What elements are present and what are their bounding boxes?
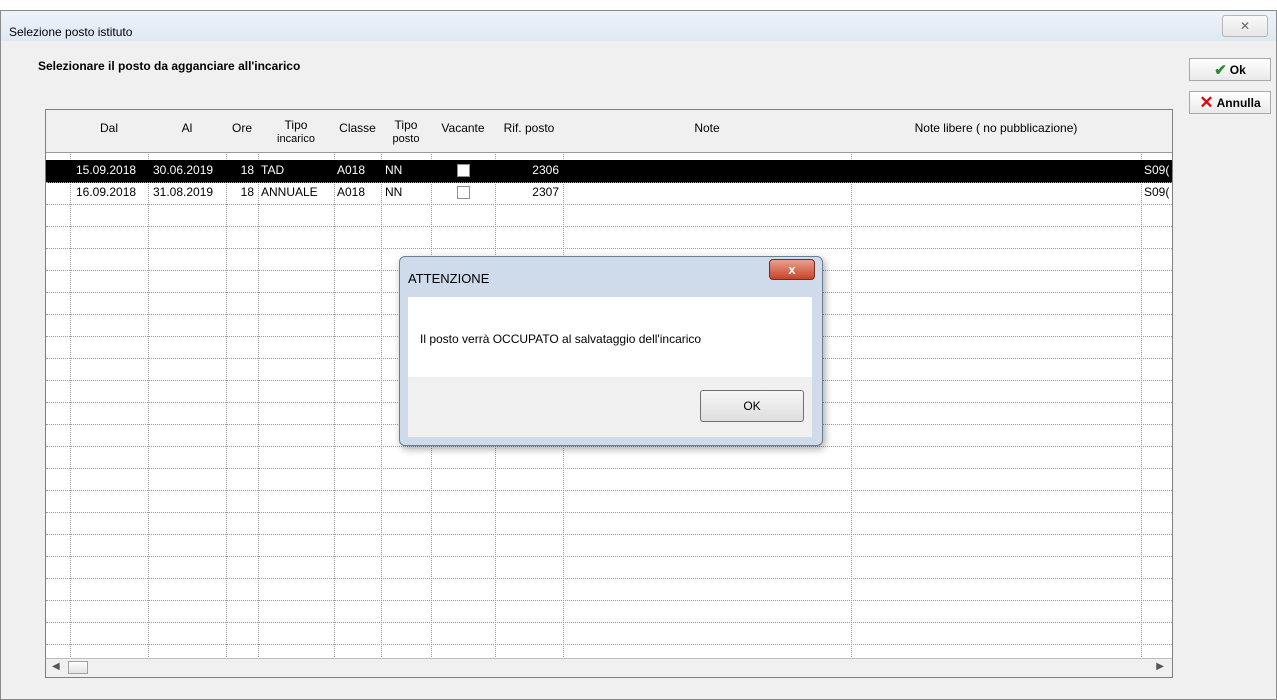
dialog-body: Il posto verrà OCCUPATO al salvataggio d…	[408, 297, 812, 377]
cell-al: 30.06.2019	[153, 163, 214, 177]
cell-ore: 18	[240, 163, 254, 177]
column-header-ore[interactable]: Ore	[226, 110, 258, 152]
cell-classe: A018	[337, 163, 366, 177]
window-titlebar: Selezione posto istituto ✕	[1, 11, 1276, 41]
table-row[interactable]: 16.09.2018 31.08.2019 18 ANNUALE A018 NN…	[46, 182, 1172, 205]
column-header-note[interactable]: Note	[563, 110, 851, 152]
empty-row	[46, 556, 1172, 579]
page-heading: Selezionare il posto da agganciare all'i…	[38, 59, 301, 73]
cell-dal: 15.09.2018	[76, 163, 137, 177]
cell-extra: S09(	[1144, 185, 1170, 199]
dialog-message: Il posto verrà OCCUPATO al salvataggio d…	[420, 332, 702, 346]
column-header-classe[interactable]: Classe	[334, 110, 381, 152]
window-close-button[interactable]: ✕	[1222, 15, 1268, 37]
empty-row	[46, 578, 1172, 601]
table-row-selected[interactable]: 15.09.2018 30.06.2019 18 TAD A018 NN 230…	[46, 160, 1172, 183]
column-header-rif-posto[interactable]: Rif. posto	[495, 110, 563, 152]
column-header-vacante[interactable]: Vacante	[431, 110, 495, 152]
close-icon: ✕	[1239, 19, 1251, 33]
dialog-title: ATTENZIONE	[408, 271, 490, 286]
x-icon: ✕	[1199, 92, 1214, 112]
cell-tipo-posto: NN	[385, 163, 403, 177]
cell-dal: 16.09.2018	[76, 185, 137, 199]
ok-button[interactable]: ✔ Ok	[1189, 58, 1271, 81]
empty-row	[46, 600, 1172, 623]
empty-row	[46, 622, 1172, 645]
cell-ore: 18	[240, 185, 254, 199]
dialog-close-button[interactable]: x	[769, 259, 815, 280]
cancel-button-label: Annulla	[1216, 95, 1261, 110]
cropped-document-text	[0, 0, 1277, 10]
vacante-checkbox[interactable]	[457, 186, 470, 199]
empty-row	[46, 512, 1172, 535]
cell-al: 31.08.2019	[153, 185, 214, 199]
cell-rif-posto: 2306	[532, 163, 559, 177]
checkmark-icon: ✔	[1214, 61, 1227, 79]
column-header-note-libere[interactable]: Note libere ( no pubblicazione)	[851, 110, 1141, 152]
column-header-al[interactable]: Al	[148, 110, 226, 152]
cell-rif-posto: 2307	[532, 185, 559, 199]
scroll-thumb[interactable]	[68, 661, 88, 674]
empty-row	[46, 226, 1172, 249]
close-icon: x	[788, 262, 796, 277]
empty-row	[46, 204, 1172, 227]
empty-row	[46, 534, 1172, 557]
dialog-ok-button[interactable]: OK	[700, 390, 804, 422]
cell-extra: S09(	[1144, 163, 1170, 177]
cell-tipo-posto: NN	[385, 185, 403, 199]
dialog-footer: OK	[408, 377, 812, 437]
horizontal-scrollbar[interactable]: ◀ ▶	[46, 658, 1172, 677]
column-header-tipo-posto[interactable]: Tipo posto	[381, 110, 431, 152]
scroll-right-icon[interactable]: ▶	[1156, 661, 1164, 672]
attention-dialog: ATTENZIONE x Il posto verrà OCCUPATO al …	[399, 256, 823, 446]
window-title: Selezione posto istituto	[9, 25, 133, 39]
cell-classe: A018	[337, 185, 366, 199]
cancel-button[interactable]: ✕ Annulla	[1189, 91, 1271, 114]
empty-row	[46, 446, 1172, 469]
vacante-checkbox[interactable]	[457, 164, 470, 177]
ok-button-label: Ok	[1229, 62, 1246, 77]
column-header-dal[interactable]: Dal	[70, 110, 148, 152]
grid-header: Dal Al Ore Tipo incarico Classe Tipo posto…	[46, 110, 1172, 153]
empty-row	[46, 468, 1172, 491]
column-header-tipo-incarico[interactable]: Tipo incarico	[258, 110, 334, 152]
cell-tipo-incarico: TAD	[261, 163, 285, 177]
empty-row	[46, 490, 1172, 513]
scroll-left-icon[interactable]: ◀	[52, 661, 60, 672]
cell-tipo-incarico: ANNUALE	[261, 185, 318, 199]
